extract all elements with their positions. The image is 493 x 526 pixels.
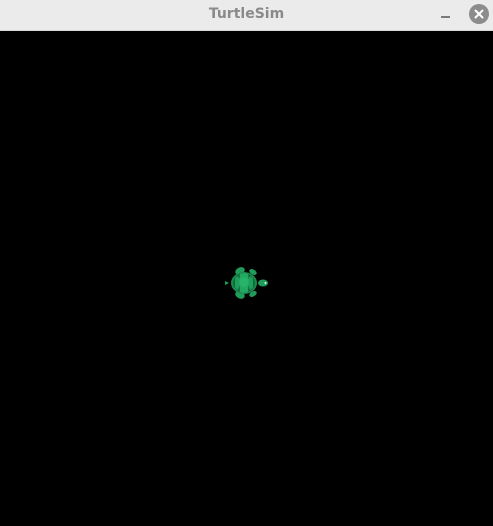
close-icon xyxy=(474,9,484,19)
close-button[interactable] xyxy=(469,4,489,24)
minimize-button[interactable] xyxy=(436,6,456,26)
turtle-icon xyxy=(225,267,268,299)
turtle-canvas xyxy=(0,31,493,526)
window-titlebar[interactable]: TurtleSim xyxy=(0,0,493,31)
turtlesim-window: TurtleSim xyxy=(0,0,493,526)
window-title: TurtleSim xyxy=(208,6,285,22)
